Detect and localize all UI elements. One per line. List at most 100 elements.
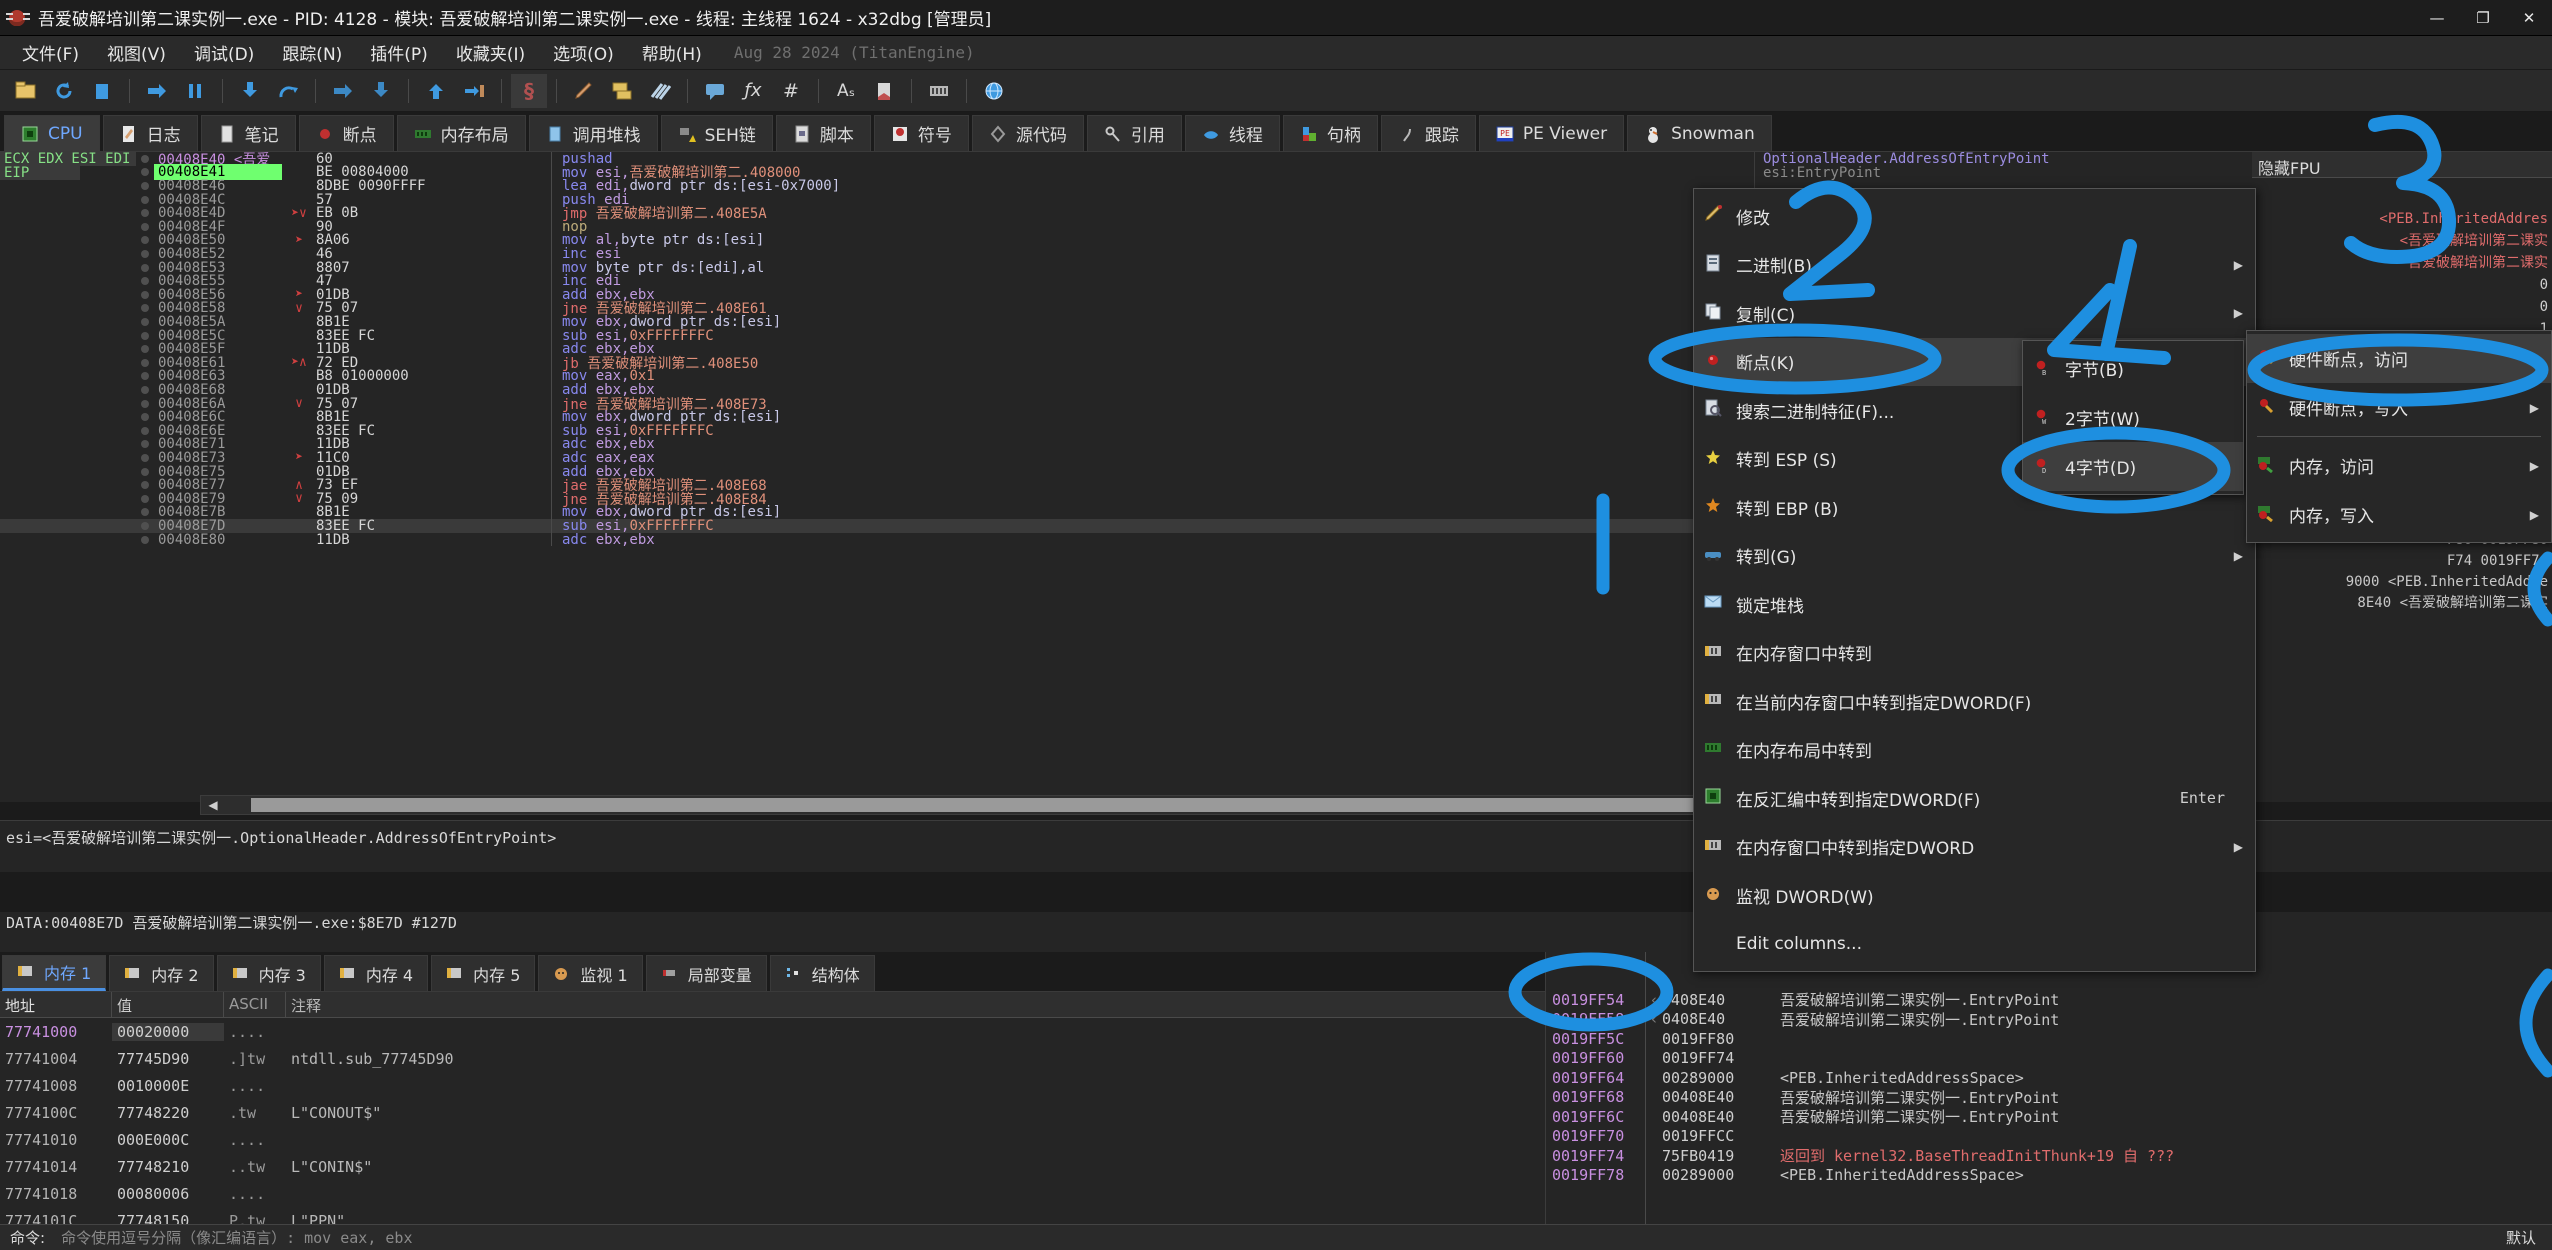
breakpoint-gutter[interactable] <box>136 535 154 544</box>
tab-breakpoints[interactable]: 断点 <box>298 115 394 151</box>
hash-icon[interactable]: # <box>773 74 809 108</box>
breakpoint-gutter[interactable] <box>136 467 154 476</box>
log-pencil-icon[interactable] <box>566 74 602 108</box>
menu-item[interactable]: 在内存窗口中转到指定DWORD ▶ <box>1694 823 2255 872</box>
table-row[interactable]: 7774100C 77748220 .tw L"CONOUT$" <box>0 1099 1545 1126</box>
breakpoint-gutter[interactable] <box>136 195 154 204</box>
menu-item[interactable]: 在内存布局中转到 <box>1694 726 2255 775</box>
breakpoint-gutter[interactable] <box>136 481 154 490</box>
menu-item[interactable]: 硬件断点，访问 ▶ <box>2247 334 2551 383</box>
stack-row[interactable]: 0019FF6C 00408E40 吾爱破解培训第二课实例一.EntryPoint <box>1546 1107 2552 1127</box>
dump-col-ascii[interactable]: ASCII <box>224 992 286 1017</box>
breakpoint-gutter[interactable] <box>136 209 154 218</box>
stop-icon[interactable] <box>84 74 120 108</box>
breakpoint-gutter[interactable] <box>136 154 154 163</box>
globe-icon[interactable] <box>976 74 1012 108</box>
breakpoint-gutter[interactable] <box>136 249 154 258</box>
tab-source[interactable]: 源代码 <box>971 115 1084 151</box>
table-row[interactable]: 77741018 00080006.... <box>0 1180 1545 1207</box>
tab-symbols[interactable]: 符号 <box>873 115 969 151</box>
breakpoint-gutter[interactable] <box>136 222 154 231</box>
menu-item[interactable]: 复制(C) ▶ <box>1694 289 2255 338</box>
tab-call-stack[interactable]: 调用堆栈 <box>528 115 658 151</box>
tab-script[interactable]: 脚本 <box>775 115 871 151</box>
table-row[interactable]: 77741008 0010000E.... <box>0 1072 1545 1099</box>
trace-over-icon[interactable] <box>363 74 399 108</box>
tab-locals[interactable]: 局部变量 <box>645 955 767 991</box>
tab-memory-3[interactable]: 内存 3 <box>216 955 321 991</box>
tab-watch-1[interactable]: 监视 1 <box>538 955 643 991</box>
menu-favorites[interactable]: 收藏夹(I) <box>442 35 539 70</box>
notes-icon[interactable] <box>604 74 640 108</box>
stack-row[interactable]: 0019FF54 ‹ 0408E40 吾爱破解培训第二课实例一.EntryPoint <box>1546 990 2552 1010</box>
memory-dump-table[interactable]: 地址 值 ASCII 注释 77741000 00020000.... 777410… <box>0 992 1545 1224</box>
stack-row[interactable]: 0019FF70 0019FFCC <box>1546 1127 2552 1147</box>
menu-item[interactable]: 锁定堆栈 <box>1694 580 2255 629</box>
command-input[interactable]: 命令使用逗号分隔（像汇编语言）: mov eax, ebx <box>55 1226 2490 1249</box>
breakpoint-gutter[interactable] <box>136 290 154 299</box>
breakpoint-gutter[interactable] <box>136 440 154 449</box>
hardware-breakpoint-submenu[interactable]: 硬件断点，访问 ▶ 硬件断点，写入 ▶ 内存，访问 ▶ 内存，写入 ▶ <box>2246 330 2552 543</box>
skip-icon[interactable]: § <box>511 73 547 108</box>
tab-memory-2[interactable]: 内存 2 <box>109 955 214 991</box>
tab-memory-5[interactable]: 内存 5 <box>431 955 536 991</box>
menu-view[interactable]: 视图(V) <box>93 35 180 70</box>
bookmark-icon[interactable] <box>866 74 902 108</box>
maximize-button[interactable]: ❐ <box>2460 0 2506 36</box>
function-icon[interactable]: ƒx <box>735 74 771 108</box>
scroll-left-arrow[interactable]: ◀ <box>201 798 225 812</box>
tab-trace[interactable]: 跟踪 <box>1380 115 1476 151</box>
table-row[interactable]: 77741010 000E000C.... <box>0 1126 1545 1153</box>
breakpoint-gutter[interactable] <box>136 399 154 408</box>
tab-memory-1[interactable]: 内存 1 <box>2 955 107 991</box>
disasm-context-menu[interactable]: 修改 二进制(B) ▶ 复制(C) ▶ 断点(K) 搜索二进制特征(F)... 转到 ESP … <box>1693 188 2256 972</box>
tab-handles[interactable]: 句柄 <box>1282 115 1378 151</box>
breakpoint-gutter[interactable] <box>136 413 154 422</box>
scroll-thumb[interactable] <box>251 798 1731 812</box>
menu-trace[interactable]: 跟踪(N) <box>268 35 356 70</box>
breakpoint-gutter[interactable] <box>136 453 154 462</box>
breakpoint-gutter[interactable] <box>136 508 154 517</box>
tab-memory-4[interactable]: 内存 4 <box>323 955 429 991</box>
stack-row[interactable]: 0019FF58 ‹ 0408E40 吾爱破解培训第二课实例一.EntryPoint <box>1546 1010 2552 1030</box>
stack-row[interactable]: 0019FF78 00289000 <PEB.InheritedAddressSpa… <box>1546 1166 2552 1186</box>
breakpoint-gutter[interactable] <box>136 317 154 326</box>
trace-into-icon[interactable] <box>325 74 361 108</box>
menu-item[interactable]: 修改 <box>1694 192 2255 241</box>
comment-icon[interactable] <box>697 74 733 108</box>
stack-view[interactable]: 0019FF54 ‹ 0408E40 吾爱破解培训第二课实例一.EntryPoint 0… <box>1545 952 2552 1224</box>
menu-item[interactable]: 监视 DWORD(W) <box>1694 871 2255 920</box>
breakpoint-gutter[interactable] <box>136 372 154 381</box>
breakpoint-gutter[interactable] <box>136 521 154 530</box>
disasm-row[interactable]: 00408E80 11DB adc ebx,ebx <box>0 532 1754 548</box>
disasm-hscrollbar[interactable]: ◀ <box>200 795 1745 815</box>
breakpoint-gutter[interactable] <box>136 385 154 394</box>
menu-item[interactable]: 硬件断点，写入 ▶ <box>2247 383 2551 432</box>
menu-item[interactable]: 内存，访问 ▶ <box>2247 441 2551 490</box>
restart-icon[interactable] <box>46 74 82 108</box>
menu-item[interactable]: 在当前内存窗口中转到指定DWORD(F) <box>1694 677 2255 726</box>
breakpoint-gutter[interactable] <box>136 168 154 177</box>
memory-map-icon[interactable] <box>921 74 957 108</box>
menu-item[interactable]: D 4字节(D) <box>2023 442 2243 491</box>
command-mode-label[interactable]: 默认 <box>2490 1227 2552 1248</box>
dump-col-address[interactable]: 地址 <box>0 992 112 1017</box>
run-to-user-code-icon[interactable] <box>456 74 492 108</box>
breakpoint-gutter[interactable] <box>136 263 154 272</box>
tab-cpu[interactable]: CPU <box>4 115 100 151</box>
step-over-icon[interactable] <box>270 74 306 108</box>
breakpoint-gutter[interactable] <box>136 304 154 313</box>
menu-item[interactable]: W 2字节(W) <box>2023 393 2243 442</box>
stack-row[interactable]: 0019FF68 00408E40 吾爱破解培训第二课实例一.EntryPoint <box>1546 1088 2552 1108</box>
tab-memory-map[interactable]: 内存布局 <box>396 115 526 151</box>
breakpoint-gutter[interactable] <box>136 236 154 245</box>
open-file-icon[interactable] <box>8 74 44 108</box>
menu-item[interactable]: 转到(G) ▶ <box>1694 532 2255 581</box>
menu-item[interactable]: B 字节(B) <box>2023 344 2243 393</box>
pause-icon[interactable] <box>177 74 213 108</box>
menu-item[interactable]: 二进制(B) ▶ <box>1694 241 2255 290</box>
breakpoint-gutter[interactable] <box>136 494 154 503</box>
breakpoint-gutter[interactable] <box>136 345 154 354</box>
run-icon[interactable] <box>139 74 175 108</box>
table-row[interactable]: 7774101C 77748150 P.tw L"PPN" <box>0 1207 1545 1225</box>
